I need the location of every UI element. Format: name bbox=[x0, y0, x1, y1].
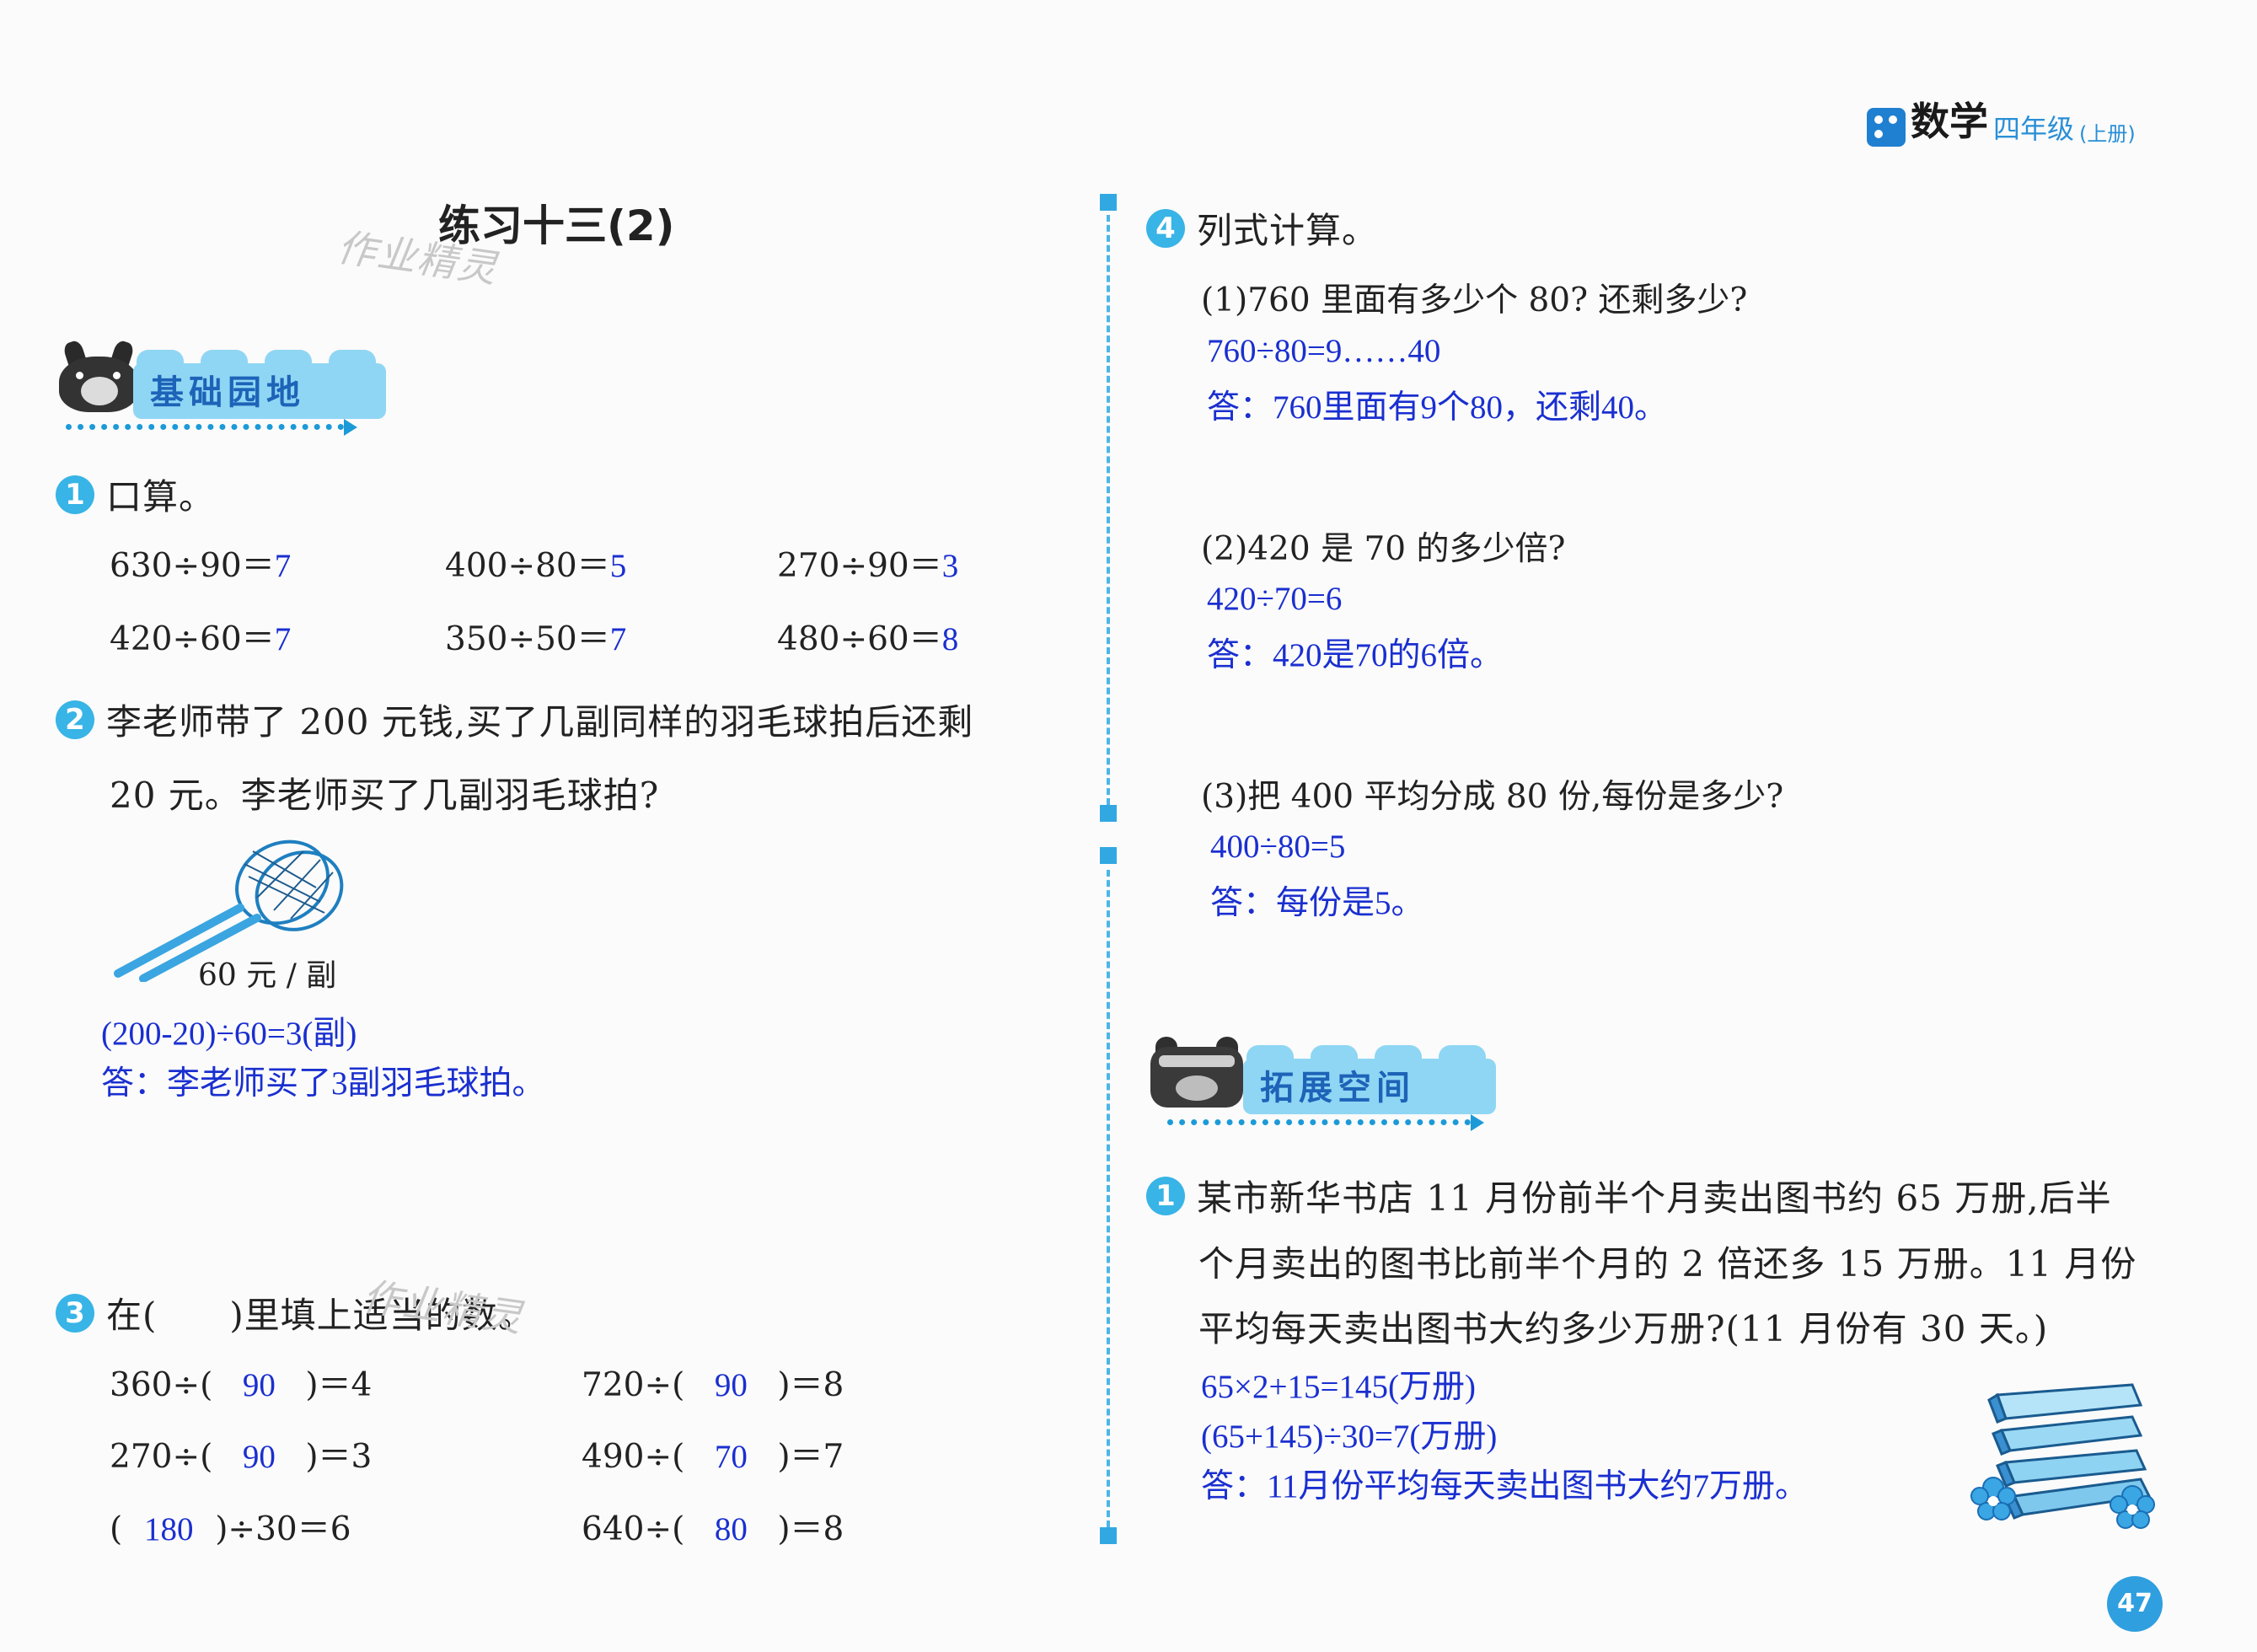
q4-number: 4 bbox=[1146, 208, 1185, 248]
section-underline-basic bbox=[66, 424, 344, 430]
q1-expr: 480÷60＝ bbox=[777, 620, 942, 658]
q1-expr: 420÷60＝ bbox=[110, 620, 275, 658]
q4-part2-answer: 答：420是70的6倍。 bbox=[1207, 637, 1504, 673]
q3-post: )＝8 bbox=[777, 1510, 844, 1548]
q3-pre: 640÷( bbox=[582, 1510, 685, 1548]
q1-answer: 5 bbox=[609, 548, 627, 584]
q1-answer: 7 bbox=[274, 621, 292, 657]
q2-answer: 答：李老师买了3副羽毛球拍。 bbox=[101, 1065, 545, 1102]
q2-calc: (200-20)÷60=3(副) bbox=[101, 1016, 357, 1052]
q3-pre: 270÷( bbox=[110, 1438, 213, 1476]
q1-answer: 8 bbox=[941, 621, 959, 657]
q3-pre: 360÷( bbox=[110, 1366, 213, 1404]
q3-post: )＝4 bbox=[305, 1366, 373, 1404]
q2-price-label: 60 元 / 副 bbox=[198, 958, 337, 993]
q3-item-3: 270÷( 90 )＝3 bbox=[110, 1430, 372, 1478]
section-title-extend: 拓展空间 bbox=[1260, 1069, 1415, 1108]
q3-pre: ( bbox=[110, 1510, 123, 1548]
q4-header: 4 列式计算。 bbox=[1146, 202, 1378, 254]
arrow-right-icon bbox=[344, 419, 357, 436]
q4-part3-question: (3)把 400 平均分成 80 份,每份是多少? bbox=[1201, 778, 1784, 816]
q1-item-6: 480÷60＝8 bbox=[777, 613, 958, 660]
ext1-line2: 个月卖出的图书比前半个月的 2 倍还多 15 万册。11 月份 bbox=[1198, 1243, 2137, 1285]
q3-number: 3 bbox=[56, 1293, 94, 1333]
q1-answer: 7 bbox=[609, 621, 627, 657]
q1-expr: 630÷90＝ bbox=[110, 547, 275, 585]
q4-part3-answer: 答：每份是5。 bbox=[1210, 885, 1424, 921]
q1-expr: 400÷80＝ bbox=[445, 547, 610, 585]
section-banner-basic: 基础园地 bbox=[59, 333, 386, 436]
section-title-basic: 基础园地 bbox=[150, 373, 305, 412]
q3-pre: 720÷( bbox=[582, 1366, 685, 1404]
section-underline-extend bbox=[1167, 1119, 1471, 1125]
q3-post: )＝8 bbox=[777, 1366, 844, 1404]
q3-answer: 80 bbox=[714, 1511, 748, 1547]
header-volume: (上册) bbox=[2079, 122, 2136, 146]
q1-item-5: 350÷50＝7 bbox=[445, 613, 626, 660]
subject-logo-icon bbox=[1867, 108, 1906, 147]
q1-prompt: 口算。 bbox=[106, 476, 216, 518]
ext1-line3: 平均每天卖出图书大约多少万册?(11 月份有 30 天。) bbox=[1198, 1308, 2049, 1349]
q2-line2: 20 元。李老师买了几副羽毛球拍? bbox=[110, 775, 660, 816]
q4-part2-question: (2)420 是 70 的多少倍? bbox=[1201, 530, 1566, 568]
q3-item-5: (180 )÷30＝6 bbox=[110, 1503, 351, 1550]
bear-icon bbox=[59, 339, 140, 414]
q3-answer: 70 bbox=[714, 1439, 748, 1475]
divider-marker-top bbox=[1100, 194, 1117, 211]
q3-answer: 90 bbox=[714, 1367, 748, 1403]
q4-part2-calc: 420÷70=6 bbox=[1207, 581, 1343, 617]
ext1-line1: 某市新华书店 11 月份前半个月卖出图书约 65 万册,后半 bbox=[1197, 1177, 2112, 1219]
q3-item-4: 490÷( 70 )＝7 bbox=[582, 1430, 844, 1478]
ext1-calc2: (65+145)÷30=7(万册) bbox=[1201, 1419, 1498, 1455]
q3-item-6: 640÷( 80 )＝8 bbox=[582, 1503, 844, 1550]
header-subject-badge: 数学 四年级 (上册) bbox=[1867, 91, 2136, 147]
center-divider-lower bbox=[1107, 870, 1110, 1527]
q1-answer: 3 bbox=[941, 548, 959, 584]
q3-pre: 490÷( bbox=[582, 1438, 685, 1476]
section-banner-extend: 拓展空间 bbox=[1150, 1028, 1504, 1131]
cat-icon bbox=[1150, 1037, 1243, 1109]
divider-marker-bottom bbox=[1100, 1527, 1117, 1544]
arrow-right-icon bbox=[1471, 1114, 1484, 1131]
header-subject: 数学 bbox=[1911, 99, 1988, 144]
ext1-answer: 答：11月份平均每天卖出图书大约7万册。 bbox=[1201, 1468, 1809, 1504]
page-number: 47 bbox=[2107, 1576, 2163, 1632]
q1-item-1: 630÷90＝7 bbox=[110, 539, 291, 587]
q1-item-2: 400÷80＝5 bbox=[445, 539, 626, 587]
q1-number: 1 bbox=[56, 475, 94, 514]
q1-answer: 7 bbox=[274, 548, 292, 584]
q3-answer: 90 bbox=[242, 1439, 276, 1475]
q3-answer: 180 bbox=[143, 1511, 194, 1547]
q1-expr: 350÷50＝ bbox=[445, 620, 610, 658]
q3-post: )÷30＝6 bbox=[215, 1510, 351, 1548]
q3-answer: 90 bbox=[242, 1367, 276, 1403]
ext1-header: 1 某市新华书店 11 月份前半个月卖出图书约 65 万册,后半 bbox=[1146, 1170, 2112, 1221]
q2-number: 2 bbox=[56, 700, 94, 739]
q3-post: )＝7 bbox=[777, 1438, 844, 1476]
divider-marker-mid1 bbox=[1100, 805, 1117, 822]
q2-header: 2 李老师带了 200 元钱,买了几副同样的羽毛球拍后还剩 bbox=[56, 694, 973, 745]
page-number-text: 47 bbox=[2117, 1589, 2152, 1618]
q2-line1: 李老师带了 200 元钱,买了几副同样的羽毛球拍后还剩 bbox=[106, 701, 974, 743]
q3-post: )＝3 bbox=[305, 1438, 373, 1476]
books-stack-icon bbox=[1970, 1383, 2155, 1529]
q4-part1-question: (1)760 里面有多少个 80? 还剩多少? bbox=[1201, 282, 1748, 319]
q4-part1-calc: 760÷80=9……40 bbox=[1207, 333, 1441, 369]
center-divider-upper bbox=[1107, 215, 1110, 805]
q1-expr: 270÷90＝ bbox=[777, 547, 942, 585]
q4-part1-answer: 答：760里面有9个80，还剩40。 bbox=[1207, 389, 1668, 426]
ext1-calc1: 65×2+15=145(万册) bbox=[1201, 1369, 1476, 1405]
divider-marker-mid2 bbox=[1100, 847, 1117, 864]
q1-item-3: 270÷90＝3 bbox=[777, 539, 958, 587]
q1-item-4: 420÷60＝7 bbox=[110, 613, 291, 660]
q3-item-2: 720÷( 90 )＝8 bbox=[582, 1359, 844, 1406]
q4-prompt: 列式计算。 bbox=[1197, 210, 1379, 251]
q3-item-1: 360÷( 90 )＝4 bbox=[110, 1359, 372, 1406]
q4-part3-calc: 400÷80=5 bbox=[1210, 829, 1346, 865]
q1-header: 1 口算。 bbox=[56, 469, 215, 520]
ext1-number: 1 bbox=[1146, 1176, 1185, 1215]
header-grade: 四年级 bbox=[1993, 113, 2075, 145]
